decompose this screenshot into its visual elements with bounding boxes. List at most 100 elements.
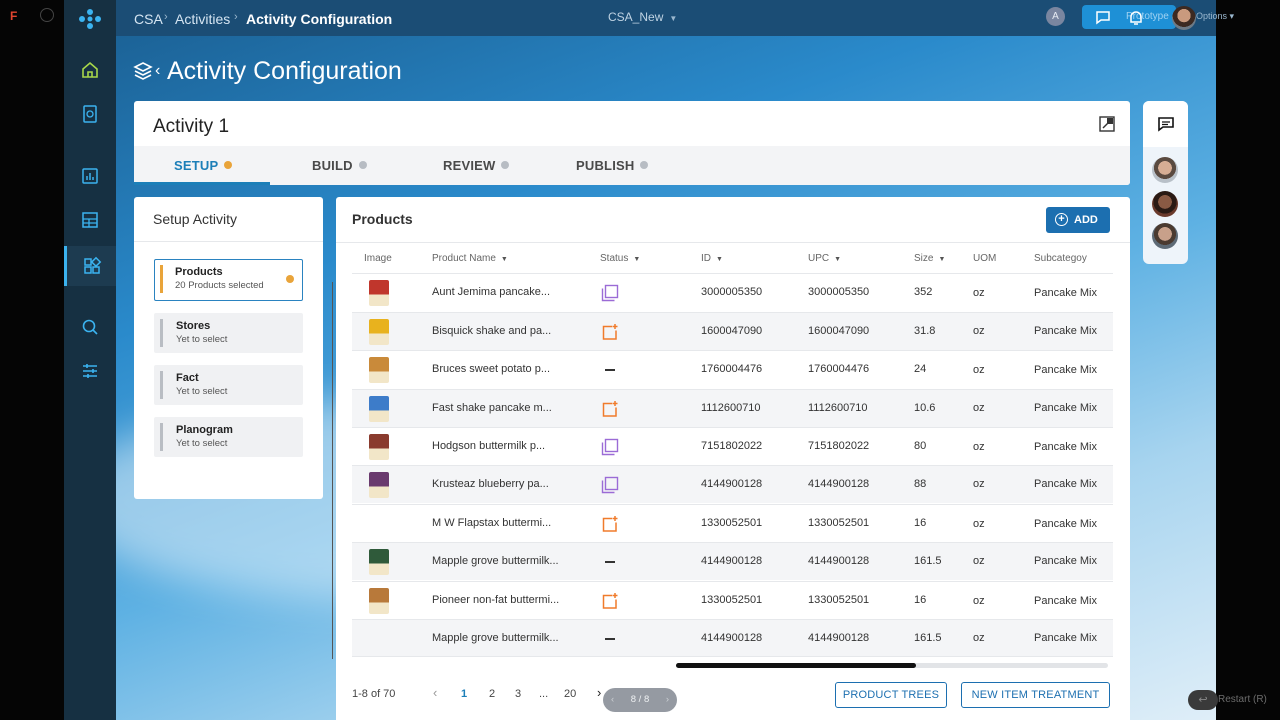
activities-icon	[83, 256, 101, 274]
table-row[interactable]: Mapple grove buttermilk... 4144900128 4144…	[352, 619, 1113, 657]
nav-search[interactable]	[64, 307, 116, 347]
tab-setup[interactable]: SETUP	[174, 158, 233, 173]
table-row[interactable]: Pioneer non-fat buttermi... 1330052501 133…	[352, 581, 1113, 619]
cell-uom: oz	[973, 441, 985, 453]
layers-icon	[133, 62, 153, 80]
nav-settings[interactable]	[64, 351, 116, 391]
page-title: Activity Configuration	[167, 57, 402, 85]
cell-sub: Pancake Mix	[1034, 595, 1097, 607]
col-status[interactable]: Status ▼	[600, 253, 640, 264]
collaborator-avatar[interactable]	[1152, 157, 1178, 183]
divider	[336, 242, 1130, 243]
tab-publish[interactable]: PUBLISH	[576, 158, 649, 173]
new-item-treatment-button[interactable]: NEW ITEM TREATMENT	[961, 682, 1110, 708]
status-dot	[286, 275, 294, 283]
copy-status-icon[interactable]	[601, 284, 619, 302]
copy-status-icon[interactable]	[601, 476, 619, 494]
product-trees-button[interactable]: PRODUCT TREES	[835, 682, 947, 708]
no-status-icon	[605, 369, 615, 371]
collaborator-avatar[interactable]	[1152, 191, 1178, 217]
table-row[interactable]: Aunt Jemima pancake... 3000005350 30000053…	[352, 273, 1113, 311]
add-button[interactable]: + ADD	[1046, 207, 1110, 233]
cell-id: 4144900128	[701, 478, 763, 490]
prev-page-icon[interactable]: ‹	[433, 685, 437, 700]
nav-layout[interactable]	[64, 200, 116, 240]
products-title: Products	[352, 211, 413, 227]
tab-build[interactable]: BUILD	[312, 158, 367, 173]
step-name: Planogram	[176, 424, 233, 436]
nav-documents[interactable]	[64, 94, 116, 134]
app-logo-icon[interactable]	[78, 8, 102, 30]
new-item-status-icon[interactable]	[601, 400, 619, 418]
step-stores[interactable]: Stores Yet to select	[154, 313, 303, 353]
cell-id: 4144900128	[701, 632, 763, 644]
cell-sub: Pancake Mix	[1034, 364, 1097, 376]
table-row[interactable]: Krusteaz blueberry pa... 4144900128 414490…	[352, 465, 1113, 503]
figma-logo-icon[interactable]: F	[10, 9, 20, 23]
add-label: ADD	[1074, 214, 1098, 226]
copy-status-icon[interactable]	[601, 438, 619, 456]
table-row[interactable]: Mapple grove buttermilk... 4144900128 4144…	[352, 542, 1113, 580]
product-image	[369, 357, 389, 383]
col-uom: UOM	[973, 253, 997, 264]
comments-button[interactable]	[1143, 101, 1188, 147]
step-indicator	[160, 319, 163, 347]
sort-caret-icon: ▼	[716, 256, 723, 263]
new-item-status-icon[interactable]	[601, 515, 619, 533]
activity-card: Activity 1 SETUP BUILD REVIEW PUBLISH	[134, 101, 1130, 185]
project-selector[interactable]: CSA_New ▼	[608, 10, 677, 24]
back-chevron-icon[interactable]: ‹	[155, 62, 160, 80]
page-3[interactable]: 3	[515, 688, 521, 700]
cell-id: 7151802022	[701, 440, 763, 452]
cell-id: 1760004476	[701, 363, 763, 375]
cell-size: 16	[914, 594, 927, 606]
cell-size: 80	[914, 440, 927, 452]
new-item-status-icon[interactable]	[601, 323, 619, 341]
slide-indicator[interactable]: ‹ 8 / 8 ›	[603, 688, 677, 712]
sort-caret-icon: ▼	[633, 256, 641, 263]
cell-upc: 1112600710	[808, 402, 868, 414]
table-row[interactable]: Bisquick shake and pa... 1600047090 160004…	[352, 312, 1113, 350]
step-planogram[interactable]: Planogram Yet to select	[154, 417, 303, 457]
cell-id: 3000005350	[701, 286, 763, 298]
cell-upc: 1330052501	[808, 594, 870, 606]
setup-title: Setup Activity	[153, 211, 238, 227]
col-upc[interactable]: UPC ▼	[808, 253, 841, 264]
restart-button[interactable]: ↩ Restart (R)	[1188, 690, 1274, 710]
tab-review[interactable]: REVIEW	[443, 158, 510, 173]
status-dot	[224, 161, 233, 169]
cell-sub: Pancake Mix	[1034, 555, 1097, 567]
breadcrumb-activities[interactable]: Activities	[175, 11, 230, 27]
cell-upc: 4144900128	[808, 555, 870, 567]
project-name: CSA_New	[608, 10, 664, 24]
page-1[interactable]: 1	[461, 688, 467, 700]
table-row[interactable]: Hodgson buttermilk p... 7151802022 7151802…	[352, 427, 1113, 465]
nav-home[interactable]	[64, 50, 116, 90]
step-fact[interactable]: Fact Yet to select	[154, 365, 303, 405]
bell-icon[interactable]	[1127, 9, 1145, 27]
col-product-name[interactable]: Product Name ▼	[432, 253, 508, 264]
col-id[interactable]: ID ▼	[701, 253, 723, 264]
user-avatar-letter[interactable]: A	[1046, 7, 1065, 26]
new-item-status-icon[interactable]	[601, 592, 619, 610]
expand-icon[interactable]	[1099, 116, 1115, 132]
nav-activities[interactable]	[64, 246, 116, 286]
options-menu[interactable]: Options ▾	[1196, 11, 1234, 22]
table-row[interactable]: M W Flapstax buttermi... 1330052501 133005…	[352, 504, 1113, 542]
breadcrumb-csa[interactable]: CSA	[134, 11, 163, 27]
collaborator-avatar[interactable]	[1152, 223, 1178, 249]
next-page-icon[interactable]: ›	[597, 685, 601, 700]
nav-reports[interactable]	[64, 156, 116, 196]
step-products[interactable]: Products 20 Products selected	[154, 259, 303, 301]
scrollbar-thumb[interactable]	[676, 663, 916, 668]
user-avatar[interactable]	[1172, 6, 1196, 30]
page-2[interactable]: 2	[489, 688, 495, 700]
table-row[interactable]: Bruces sweet potato p... 1760004476 176000…	[352, 350, 1113, 388]
product-image	[369, 549, 389, 575]
slide-count: 8 / 8	[630, 694, 650, 705]
table-row[interactable]: Fast shake pancake m... 1112600710 1112600…	[352, 389, 1113, 427]
comment-icon[interactable]	[40, 8, 54, 22]
chat-icon[interactable]	[1095, 9, 1113, 27]
page-20[interactable]: 20	[564, 688, 576, 700]
col-size[interactable]: Size ▼	[914, 253, 945, 264]
